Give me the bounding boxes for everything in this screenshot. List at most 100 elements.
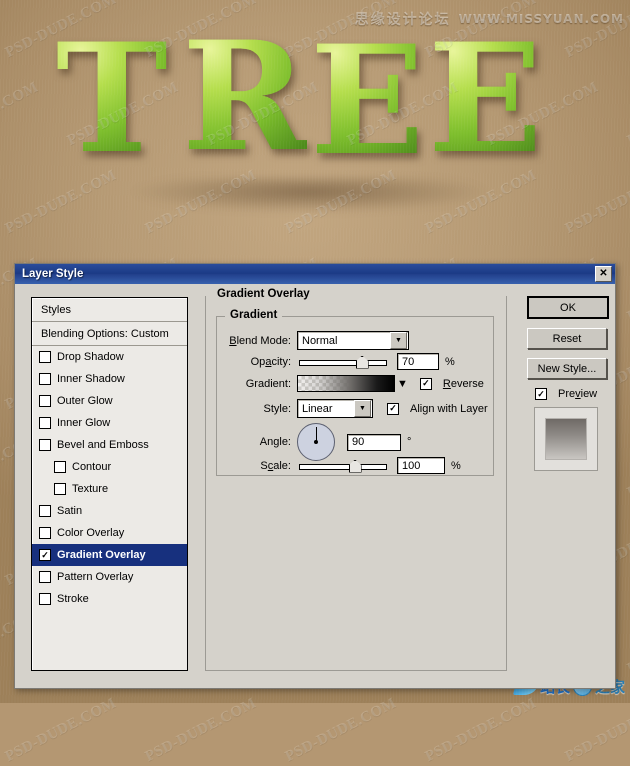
styles-list[interactable]: Styles Blending Options: Custom Drop Sha… xyxy=(31,297,188,671)
style-row-checkbox[interactable] xyxy=(39,571,51,583)
watermark-text: PSD-DUDE.COM xyxy=(0,79,41,149)
angle-dial[interactable] xyxy=(297,423,335,461)
style-row-checkbox[interactable] xyxy=(54,483,66,495)
gradient-swatch[interactable] xyxy=(297,375,395,392)
style-row-outer-glow[interactable]: Outer Glow xyxy=(32,390,187,412)
opacity-slider-track xyxy=(299,359,387,366)
dialog-title: Layer Style xyxy=(22,268,84,280)
style-row-label: Inner Glow xyxy=(57,417,111,429)
angle-input[interactable]: 90 xyxy=(347,433,401,451)
headline-letter-e2: E xyxy=(428,11,543,187)
watermark-text: PSD-DUDE.COM xyxy=(624,431,630,501)
style-row-label: Drop Shadow xyxy=(57,351,124,363)
watermark-text: PSD-DUDE.COM xyxy=(624,255,630,325)
style-label: Style: xyxy=(263,402,291,415)
watermark-text: PSD-DUDE.COM xyxy=(422,695,539,765)
preview-thumbnail xyxy=(534,407,598,471)
site-watermark-url: WWW.MISSYUAN.COM xyxy=(458,12,624,26)
style-row-checkbox[interactable]: ✓ xyxy=(39,549,51,561)
watermark-text: PSD-DUDE.COM xyxy=(282,695,399,765)
opacity-slider[interactable] xyxy=(299,355,387,369)
style-chevron-down-icon[interactable]: ▼ xyxy=(354,400,371,417)
new-style-button[interactable]: New Style... xyxy=(527,358,607,379)
style-row-label: Bevel and Emboss xyxy=(57,439,149,451)
style-row-checkbox[interactable] xyxy=(39,395,51,407)
opacity-slider-thumb[interactable] xyxy=(355,355,369,369)
style-row-gradient-overlay[interactable]: ✓ Gradient Overlay xyxy=(32,544,187,566)
style-row-label: Contour xyxy=(72,461,112,473)
style-select[interactable]: Linear ▼ xyxy=(297,399,373,418)
style-row-label: Texture xyxy=(72,483,109,495)
styles-list-header[interactable]: Styles xyxy=(32,298,187,322)
reverse-checkbox-box: ✓ xyxy=(419,377,432,390)
style-row-checkbox[interactable] xyxy=(39,505,51,517)
gradient-group-title: Gradient xyxy=(225,309,283,321)
panel-title: Gradient Overlay xyxy=(212,288,315,300)
dialog-titlebar[interactable]: Layer Style ✕ xyxy=(15,264,615,284)
style-row-checkbox[interactable] xyxy=(39,527,51,539)
blending-options-row[interactable]: Blending Options: Custom xyxy=(32,322,187,346)
opacity-unit: % xyxy=(445,355,455,368)
headline-letter-r: R xyxy=(182,9,307,185)
opacity-input[interactable]: 70 xyxy=(397,353,439,370)
blend-mode-label: Blend Mode: xyxy=(229,334,291,347)
preview-checkbox-box: ✓ xyxy=(535,388,547,400)
gradient-group: Gradient Blend Mode: Normal ▼ Opacity: 7… xyxy=(216,309,494,476)
watermark-text: PSD-DUDE.COM xyxy=(142,695,259,765)
style-row-inner-glow[interactable]: Inner Glow xyxy=(32,412,187,434)
style-row-satin[interactable]: Satin xyxy=(32,500,187,522)
angle-unit: ° xyxy=(407,436,412,448)
reset-button[interactable]: Reset xyxy=(527,328,607,349)
headline-letter-e1: E xyxy=(310,13,425,189)
headline-letter-t1: T xyxy=(56,11,168,187)
style-row-label: Satin xyxy=(57,505,83,517)
style-row-checkbox[interactable] xyxy=(39,351,51,363)
reverse-checkbox[interactable]: ✓ Reverse xyxy=(419,377,484,390)
style-row-checkbox[interactable] xyxy=(54,461,66,473)
ok-button[interactable]: OK xyxy=(527,296,609,319)
scale-slider[interactable] xyxy=(299,459,387,473)
style-value: Linear xyxy=(302,402,333,415)
styles-rows: Drop Shadow Inner Shadow Outer Glow Inner G… xyxy=(32,346,187,610)
dialog-body: Styles Blending Options: Custom Drop Sha… xyxy=(15,284,615,688)
style-row-pattern-overlay[interactable]: Pattern Overlay xyxy=(32,566,187,588)
scale-label: Scale: xyxy=(260,459,291,472)
blend-mode-select[interactable]: Normal ▼ xyxy=(297,331,409,350)
gradient-label: Gradient: xyxy=(245,377,291,390)
angle-label: Angle: xyxy=(259,436,291,448)
style-row-label: Color Overlay xyxy=(57,527,125,539)
style-row-checkbox[interactable] xyxy=(39,439,51,451)
style-row-checkbox[interactable] xyxy=(39,593,51,605)
style-row-texture[interactable]: Texture xyxy=(32,478,187,500)
style-row-drop-shadow[interactable]: Drop Shadow xyxy=(32,346,187,368)
align-with-layer-box: ✓ xyxy=(387,402,399,415)
scale-input[interactable]: 100 xyxy=(397,457,445,474)
style-row-checkbox[interactable] xyxy=(39,417,51,429)
gradient-chevron-down-icon[interactable]: ▼ xyxy=(397,378,408,390)
scale-slider-thumb[interactable] xyxy=(348,459,362,473)
align-with-layer-checkbox[interactable]: ✓ Align with Layer xyxy=(387,402,488,415)
preview-checkbox[interactable]: ✓ Preview xyxy=(535,388,607,400)
gradient-overlay-panel: Gradient Overlay Gradient Blend Mode: No… xyxy=(205,288,507,671)
style-row-inner-shadow[interactable]: Inner Shadow xyxy=(32,368,187,390)
site-watermark: 思缘设计论坛 WWW.MISSYUAN.COM xyxy=(355,9,624,29)
style-row-label: Pattern Overlay xyxy=(57,571,134,583)
reverse-label: Reverse xyxy=(442,377,484,390)
close-icon[interactable]: ✕ xyxy=(595,266,612,282)
chevron-down-icon[interactable]: ▼ xyxy=(390,332,407,349)
angle-dial-hub xyxy=(314,440,318,444)
scale-unit: % xyxy=(451,459,461,472)
watermark-text: PSD-DUDE.COM xyxy=(2,695,119,765)
style-row-label: Gradient Overlay xyxy=(57,549,146,561)
button-column: OK Reset New Style... ✓ Preview xyxy=(527,296,609,471)
watermark-text: PSD-DUDE.COM xyxy=(624,607,630,677)
style-row-bevel-and-emboss[interactable]: Bevel and Emboss xyxy=(32,434,187,456)
style-row-color-overlay[interactable]: Color Overlay xyxy=(32,522,187,544)
style-row-checkbox[interactable] xyxy=(39,373,51,385)
style-row-stroke[interactable]: Stroke xyxy=(32,588,187,610)
style-row-contour[interactable]: Contour xyxy=(32,456,187,478)
style-row-label: Stroke xyxy=(57,593,89,605)
align-with-layer-label: Align with Layer xyxy=(410,402,488,415)
style-row-label: Outer Glow xyxy=(57,395,113,407)
scale-slider-track xyxy=(299,463,387,470)
